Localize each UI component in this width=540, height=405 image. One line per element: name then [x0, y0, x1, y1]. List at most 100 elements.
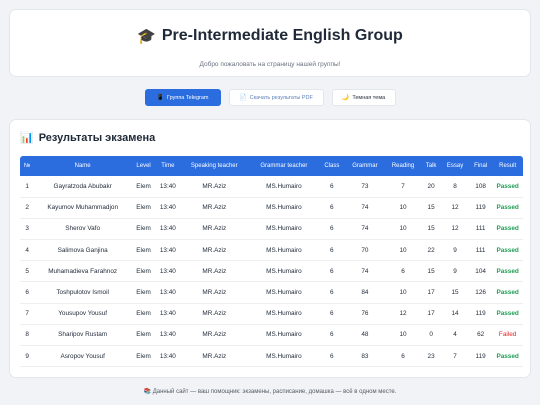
table-cell: 83	[344, 345, 385, 368]
results-table: № Name Level Time Speaking teacher Grammar te…	[20, 156, 523, 368]
table-cell: MR.Aziz	[179, 345, 249, 368]
column-header: Final	[474, 163, 488, 169]
table-cell: MR.Aziz	[179, 218, 249, 241]
table-cell: 13:40	[156, 197, 180, 219]
student-name: Asropov Yousuf	[34, 345, 132, 368]
page-title-text: Pre-Intermediate English Group	[161, 27, 403, 44]
student-name: Muhamadieva Farahnoz	[34, 260, 132, 283]
table-cell: 5	[20, 260, 35, 283]
table-cell: 8	[441, 176, 469, 198]
table-cell: Elem	[131, 281, 157, 304]
table-cell: 73	[344, 176, 385, 198]
table-row: 4 Salimova Ganjina Elem 13:40 MR.Aziz MS.Huma…	[20, 239, 523, 262]
table-cell: 1	[20, 176, 35, 198]
table-cell: 13:40	[156, 218, 180, 241]
table-cell: 74	[344, 197, 385, 219]
table-cell: 6	[318, 345, 345, 368]
table-cell: 10	[384, 197, 422, 219]
bar-chart-icon: 📊	[20, 131, 34, 144]
student-name: Toshpulotov Ismoil	[34, 281, 132, 304]
telegram-group-button[interactable]: 📱 Группа Telegram	[144, 89, 221, 106]
table-row: 7 Yousupov Yousuf Elem 13:40 MR.Aziz MS.Humai…	[20, 303, 523, 325]
table-cell: 13:40	[156, 176, 180, 198]
table-cell: MR.Aziz	[179, 176, 249, 198]
results-title: 📊 Результаты экзамена	[20, 132, 155, 144]
table-cell: 74	[344, 260, 385, 283]
table-cell: 7	[20, 303, 35, 325]
table-cell: 126	[468, 281, 493, 304]
table-row: 9 Asropov Yousuf Elem 13:40 MR.Aziz MS.Humair…	[20, 345, 523, 368]
table-cell: 15	[421, 197, 442, 219]
student-name: Yousupov Yousuf	[34, 303, 132, 325]
result-status: Failed	[492, 324, 523, 347]
table-cell: 84	[344, 281, 385, 304]
header-card: 🎓 Pre-Intermediate English Group Добро п…	[9, 9, 531, 77]
table-cell: 2	[20, 197, 35, 219]
table-cell: Elem	[131, 218, 157, 241]
result-status: Passed	[492, 239, 523, 262]
table-row: 8 Sharipov Rustam Elem 13:40 MR.Aziz MS.Humai…	[20, 324, 523, 347]
header-row: № Name Level Time Speaking teacher Grammar te…	[20, 156, 523, 176]
table-cell: 15	[441, 281, 469, 304]
column-header: Reading	[391, 163, 415, 169]
student-name: Salimova Ganjina	[34, 239, 132, 262]
table-cell: 13:40	[156, 324, 180, 347]
table-cell: MR.Aziz	[179, 324, 249, 347]
table-cell: MS.Humairo	[248, 303, 319, 325]
table-cell: 74	[344, 218, 385, 241]
column-header: Time	[161, 163, 175, 169]
table-cell: 7	[384, 176, 422, 198]
table-cell: 111	[468, 218, 493, 241]
books-icon: 📚	[143, 389, 152, 395]
graduation-cap-icon: 🎓	[137, 27, 156, 45]
table-cell: 6	[318, 260, 345, 283]
table-cell: 6	[20, 281, 35, 304]
table-cell: 6	[318, 218, 345, 241]
table-cell: 76	[344, 303, 385, 325]
table-cell: MS.Humairo	[248, 260, 319, 283]
table-cell: 22	[421, 239, 442, 262]
footer: 📚 Данный сайт — ваш помощник: экзамены, …	[0, 389, 540, 395]
download-pdf-button[interactable]: 📄 Скачать результаты PDF	[228, 89, 324, 106]
table-cell: MS.Humairo	[248, 324, 319, 347]
table-cell: 4	[441, 324, 469, 347]
results-table-body: 1 Gayratzoda Abubakr Elem 13:40 MR.Aziz MS.Hu…	[20, 176, 523, 368]
table-cell: 104	[468, 260, 493, 283]
results-title-text: Результаты экзамена	[38, 132, 156, 144]
table-cell: 7	[441, 345, 469, 368]
table-cell: MS.Humairo	[248, 197, 319, 219]
table-cell: 23	[421, 345, 442, 368]
moon-icon: 🌙	[341, 94, 350, 101]
table-cell: 6	[318, 239, 345, 262]
table-cell: 13:40	[156, 303, 180, 325]
table-cell: Elem	[131, 239, 157, 262]
phone-icon: 📱	[156, 94, 164, 101]
table-cell: 108	[468, 176, 493, 198]
table-cell: 9	[441, 260, 469, 283]
table-cell: 14	[441, 303, 469, 325]
table-cell: MS.Humairo	[248, 218, 319, 241]
table-cell: MR.Aziz	[179, 239, 249, 262]
table-cell: 4	[20, 239, 35, 262]
student-name: Sherov Vafo	[34, 218, 132, 241]
column-header: Class	[324, 163, 340, 169]
table-cell: 12	[384, 303, 422, 325]
table-row: 3 Sherov Vafo Elem 13:40 MR.Aziz MS.Humairo 6 7…	[20, 218, 523, 241]
column-header: Essay	[446, 163, 464, 169]
result-status: Passed	[492, 281, 523, 304]
table-cell: 119	[468, 345, 493, 368]
document-icon: 📄	[239, 94, 247, 101]
table-row: 6 Toshpulotov Ismoil Elem 13:40 MR.Aziz MS.Hu…	[20, 281, 523, 304]
download-pdf-label: Скачать результаты PDF	[249, 94, 313, 101]
student-name: Kayumov Muhammadjon	[34, 197, 132, 219]
table-cell: Elem	[131, 324, 157, 347]
table-cell: 111	[468, 239, 493, 262]
table-cell: 10	[384, 281, 422, 304]
table-cell: 6	[318, 303, 345, 325]
table-cell: 0	[421, 324, 442, 347]
dark-theme-button[interactable]: 🌙 Темная тема	[331, 89, 396, 106]
table-cell: MR.Aziz	[179, 260, 249, 283]
table-cell: MS.Humairo	[248, 176, 319, 198]
table-cell: 6	[384, 345, 422, 368]
table-cell: 6	[318, 197, 345, 219]
